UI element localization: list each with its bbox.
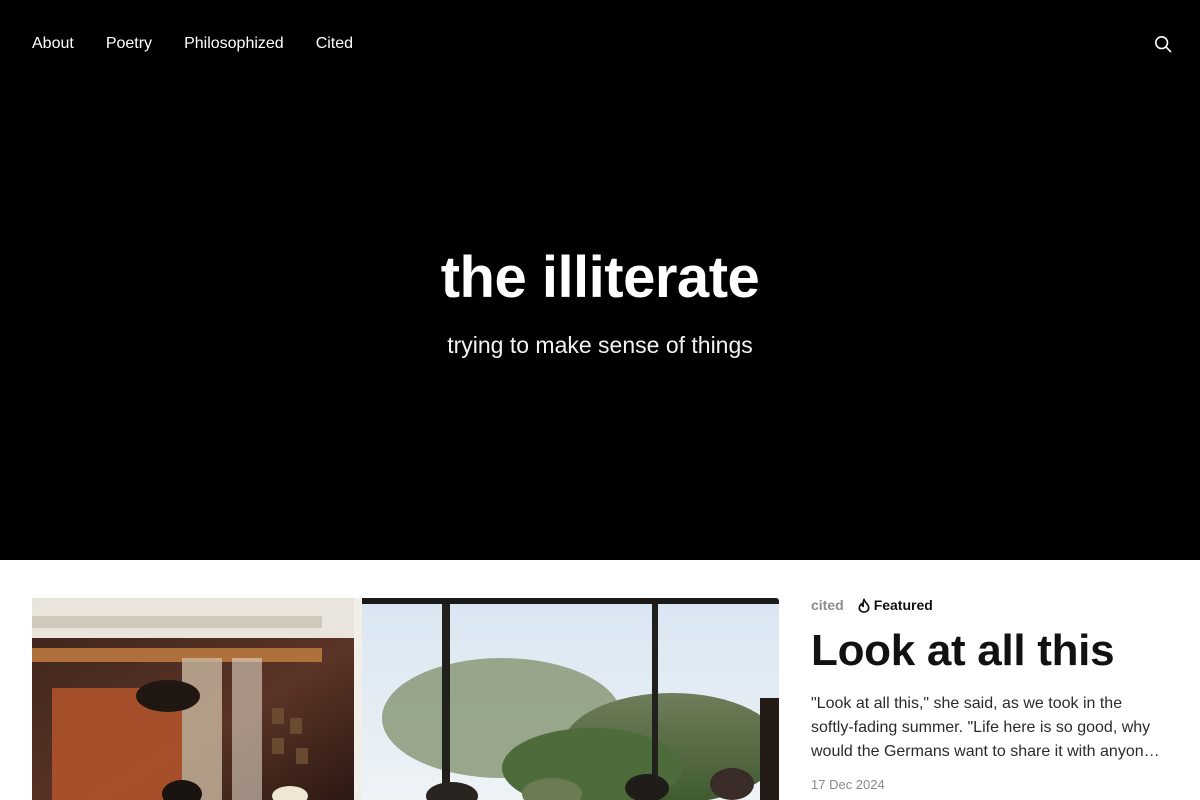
featured-badge: Featured [857, 597, 933, 613]
post-date: 17 Dec 2024 [811, 777, 885, 792]
featured-post-info: cited Featured Look at all this "Look at… [811, 597, 1168, 800]
nav-links: About Poetry Philosophized Cited [32, 34, 353, 54]
nav-item-about[interactable]: About [32, 34, 74, 54]
post-meta: cited Featured [811, 597, 1168, 613]
nav-item-cited[interactable]: Cited [316, 34, 353, 54]
post-excerpt: "Look at all this," she said, as we took… [811, 695, 1153, 760]
cafe-photo [32, 598, 779, 800]
site-title: the illiterate [440, 245, 760, 310]
flame-icon [858, 598, 870, 613]
featured-post-image[interactable] [32, 598, 779, 800]
nav-item-poetry[interactable]: Poetry [106, 34, 152, 54]
search-button[interactable] [1152, 33, 1174, 55]
site-tagline: trying to make sense of things [447, 332, 753, 358]
hero-text: the illiterate trying to make sense of t… [0, 244, 1200, 360]
main-nav: About Poetry Philosophized Cited [0, 0, 1200, 88]
nav-item-philosophized[interactable]: Philosophized [184, 34, 284, 54]
featured-badge-label: Featured [873, 597, 933, 613]
post-title[interactable]: Look at all this [811, 626, 1168, 676]
featured-post: cited Featured Look at all this "Look at… [32, 597, 1168, 800]
site-header: About Poetry Philosophized Cited the ill… [0, 0, 1200, 560]
search-icon [1154, 35, 1172, 53]
post-tag[interactable]: cited [811, 597, 844, 613]
